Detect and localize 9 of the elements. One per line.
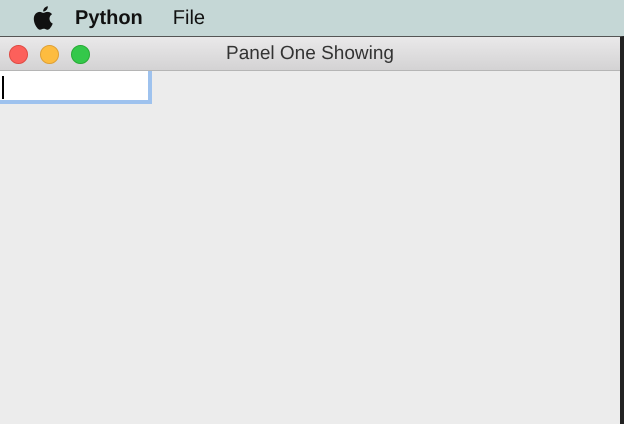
text-cursor	[2, 76, 4, 99]
close-button[interactable]	[9, 45, 28, 64]
zoom-button[interactable]	[71, 45, 90, 64]
text-field[interactable]	[0, 71, 152, 104]
window-title: Panel One Showing	[226, 42, 394, 64]
menu-item[interactable]: File	[172, 6, 206, 30]
apple-icon[interactable]	[33, 6, 53, 30]
minimize-button[interactable]	[40, 45, 59, 64]
app-menu[interactable]: Python	[75, 6, 143, 30]
